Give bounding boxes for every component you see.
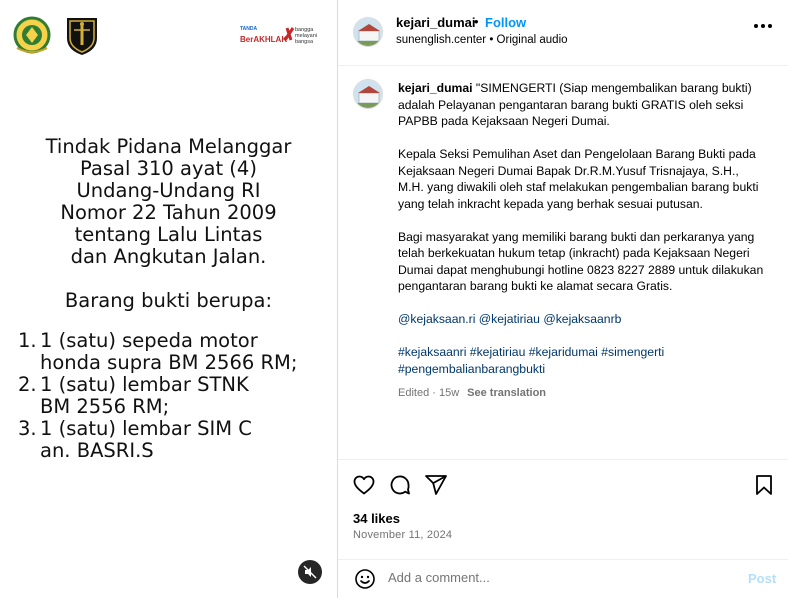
post-header: kejari_dumai • Follow sunenglish.center …: [338, 0, 788, 66]
follow-button[interactable]: Follow: [485, 15, 526, 30]
comment-button[interactable]: [388, 473, 412, 497]
header-dot: •: [474, 14, 479, 29]
muted-speaker-icon: [303, 565, 317, 579]
comment-icon: [390, 475, 410, 495]
comment-input[interactable]: [388, 570, 728, 585]
logo-group: [12, 14, 102, 56]
media-subtitle: Barang bukti berupa:: [64, 289, 273, 312]
berakhlak-logo: TANDA BerAKHLAK bangga melayani bangsa: [240, 22, 324, 46]
post-comment-button[interactable]: Post: [748, 571, 776, 586]
svg-text:bangsa: bangsa: [295, 39, 314, 45]
caption-meta: Edited · 15w See translation: [398, 385, 766, 402]
share-button[interactable]: [424, 473, 448, 497]
more-horizontal-icon: [754, 24, 758, 28]
evidence-list: 1. 1 (satu) sepeda motor honda supra BM …: [0, 330, 337, 462]
see-translation-link[interactable]: See translation: [467, 387, 546, 399]
share-icon: [425, 475, 447, 495]
emoji-button[interactable]: [354, 568, 376, 590]
bookmark-icon: [756, 475, 772, 495]
caption-area[interactable]: kejari_dumai "SIMENGERTI (Siap mengembal…: [338, 66, 788, 459]
post-date[interactable]: November 11, 2024: [353, 529, 452, 541]
likes-count[interactable]: 34 likes: [353, 511, 400, 526]
caption-body: kejari_dumai "SIMENGERTI (Siap mengembal…: [398, 80, 766, 401]
list-item-text: 1 (satu) lembar STNK BM 2556 RM;: [40, 373, 249, 418]
caption-hashtags[interactable]: #kejaksaanri #kejatiriau #kejaridumai #s…: [398, 344, 766, 377]
action-bar: 34 likes November 11, 2024: [338, 459, 788, 559]
avatar[interactable]: [353, 17, 383, 47]
post-panel: kejari_dumai • Follow sunenglish.center …: [338, 0, 788, 598]
comment-bar: Post: [338, 559, 788, 598]
header-subtitle[interactable]: sunenglish.center • Original audio: [396, 34, 568, 46]
building-avatar-icon: [354, 18, 382, 46]
mute-button[interactable]: [298, 560, 322, 584]
caption-paragraph: Bagi masyarakat yang memiliki barang buk…: [398, 229, 764, 294]
edited-time: Edited · 15w: [398, 386, 460, 399]
building-avatar-icon: [354, 80, 382, 108]
emoji-icon: [355, 569, 375, 589]
caption-username[interactable]: kejari_dumai: [398, 81, 473, 95]
list-item: 3. 1 (satu) lembar SIM C an. BASRI.S: [18, 418, 337, 462]
header-username[interactable]: kejari_dumai: [396, 15, 476, 30]
caption-paragraph: Kepala Seksi Pemulihan Aset dan Pengelol…: [398, 147, 759, 211]
adhyaksa-shield-icon: [62, 14, 102, 56]
list-item: 1. 1 (satu) sepeda motor honda supra BM …: [18, 330, 337, 374]
list-item-number: 3.: [18, 417, 37, 440]
post-media[interactable]: TANDA BerAKHLAK bangga melayani bangsa T…: [0, 0, 337, 598]
list-item-text: 1 (satu) lembar SIM C an. BASRI.S: [40, 417, 252, 462]
more-options-button[interactable]: [754, 24, 772, 30]
berakhlak-text: BerAKHLAK: [240, 35, 287, 44]
save-button[interactable]: [752, 473, 776, 497]
list-item: 2. 1 (satu) lembar STNK BM 2556 RM;: [18, 374, 337, 418]
avatar[interactable]: [353, 79, 383, 109]
caption-mentions[interactable]: @kejaksaan.ri @kejatiriau @kejaksaanrb: [398, 311, 766, 328]
svg-text:TANDA: TANDA: [240, 26, 258, 32]
caption-paragraph: kejari_dumai "SIMENGERTI (Siap mengembal…: [398, 80, 766, 130]
like-button[interactable]: [352, 473, 376, 497]
list-item-number: 2.: [18, 373, 37, 396]
list-item-text: 1 (satu) sepeda motor honda supra BM 256…: [40, 329, 298, 374]
list-item-number: 1.: [18, 329, 37, 352]
heart-icon: [353, 475, 375, 495]
media-content: Tindak Pidana Melanggar Pasal 310 ayat (…: [0, 136, 337, 462]
media-title: Tindak Pidana Melanggar Pasal 310 ayat (…: [45, 135, 292, 268]
kejaksaan-emblem-icon: [12, 14, 52, 56]
